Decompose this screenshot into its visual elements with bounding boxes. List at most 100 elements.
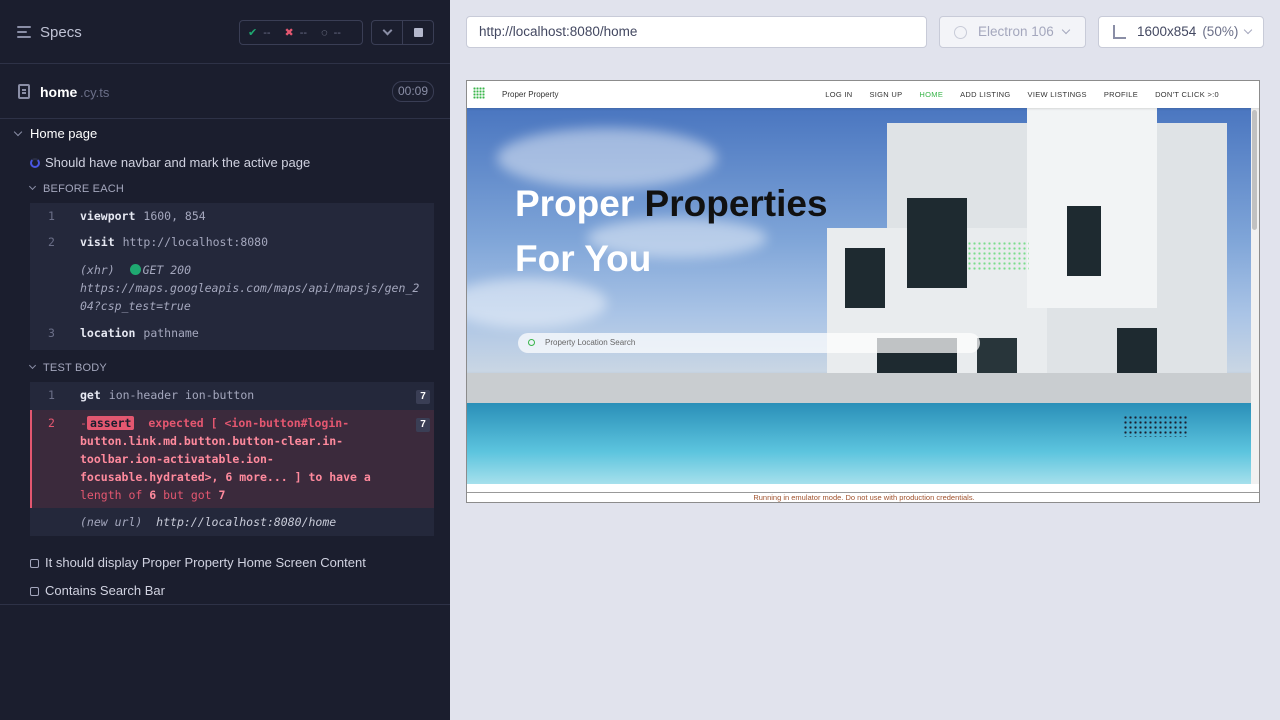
test-body-label: TEST BODY — [43, 362, 107, 374]
element-count-badge: 7 — [416, 418, 430, 432]
command-name: location — [80, 326, 136, 340]
command-row[interactable]: 2 visit http://localhost:8080 — [30, 229, 434, 257]
before-each-label: BEFORE EACH — [43, 183, 125, 195]
test-stats: ✔ -- ✖ -- ◌ -- — [239, 20, 363, 45]
new-url-value: http://localhost:8080/home — [156, 515, 337, 529]
nav-signup[interactable]: SIGN UP — [869, 90, 902, 99]
logo-icon[interactable] — [473, 87, 485, 99]
location-search-input[interactable]: Property Location Search — [518, 333, 980, 353]
search-placeholder: Property Location Search — [545, 338, 636, 347]
caret-down-icon — [13, 127, 23, 137]
viewport-scale: (50%) — [1202, 24, 1239, 39]
before-each-commands: 1 viewport 1600, 854 2 visit http://localh… — [30, 203, 434, 350]
xhr-prefix: (xhr) — [80, 263, 115, 277]
hero-word-proper: Proper — [515, 183, 635, 224]
command-arg: 1600, 854 — [143, 209, 206, 223]
command-row[interactable]: 1 viewport 1600, 854 — [30, 203, 434, 229]
before-each-header[interactable]: BEFORE EACH — [28, 182, 125, 195]
chevron-down-icon — [382, 25, 392, 36]
assert-expected-value: 6 — [149, 488, 157, 502]
failed-count: -- — [299, 26, 308, 39]
test-body-commands: 1 get ion-header ion-button 7 2 - assert e… — [30, 382, 434, 536]
xhr-row[interactable]: (xhr) GET 200 https://maps.googleapis.co… — [30, 257, 434, 321]
hero-image: Proper Properties For You Property Locat… — [467, 108, 1253, 484]
status-dot-icon — [129, 264, 141, 275]
new-url-row[interactable]: (new url) http://localhost:8080/home — [30, 508, 434, 536]
decor-dots — [1123, 415, 1187, 437]
suite-title-text: Home page — [30, 126, 98, 141]
document-icon — [18, 84, 30, 99]
running-spinner-icon — [30, 158, 40, 168]
xhr-status: GET 200 — [142, 263, 192, 277]
assert-actual-value: 7 — [218, 488, 226, 502]
command-number: 2 — [48, 235, 55, 249]
run-controls — [371, 20, 434, 45]
assert-line1: expected [ <ion-button#login- — [148, 416, 350, 430]
window — [1067, 206, 1101, 276]
scrollbar-thumb[interactable] — [1252, 110, 1257, 230]
nav-add-listing[interactable]: ADD LISTING — [960, 90, 1010, 99]
window — [845, 248, 885, 308]
pending-icon: ◌ — [321, 26, 328, 39]
command-name: viewport — [80, 209, 136, 223]
pending-square-icon — [30, 587, 39, 596]
failed-assert-row[interactable]: 2 - assert expected [ <ion-button#login- … — [30, 410, 434, 508]
pending-test-title: Contains Search Bar — [45, 583, 165, 598]
stop-button[interactable] — [402, 21, 433, 44]
decor-dots — [967, 241, 1029, 271]
command-name: visit — [80, 235, 115, 249]
browser-name: Electron 106 — [978, 24, 1054, 39]
reporter-header: Specs ✔ -- ✖ -- ◌ -- — [0, 0, 450, 64]
assert-line5-pre: length of — [80, 488, 143, 502]
chevron-down-icon — [1061, 25, 1071, 35]
nav-dont-click[interactable]: DON'T CLICK >:0 — [1155, 90, 1219, 99]
pool-deck — [467, 373, 1253, 403]
nav-home[interactable]: HOME — [919, 90, 943, 99]
stop-icon — [413, 28, 423, 37]
duration-badge: 00:09 — [392, 81, 434, 102]
assert-line4: focusable.hydrated>, 6 more... ] to have… — [80, 470, 371, 484]
hero-heading: Proper Properties For You — [515, 176, 828, 286]
pending-test[interactable]: It should display Proper Property Home S… — [30, 555, 366, 570]
running-test[interactable]: Should have navbar and mark the active p… — [30, 155, 310, 170]
test-body-header[interactable]: TEST BODY — [28, 361, 107, 374]
assert-keyword: assert — [86, 416, 135, 430]
pending-test[interactable]: Contains Search Bar — [30, 583, 165, 598]
command-number: 2 — [48, 416, 55, 430]
hero-line2: For You — [515, 238, 652, 279]
specs-list-icon[interactable] — [17, 26, 31, 38]
passed-count: -- — [263, 26, 271, 39]
emulator-banner: Running in emulator mode. Do not use wit… — [467, 492, 1259, 502]
xhr-url-line1: https://maps.googleapis.com/maps/api/map… — [80, 281, 420, 295]
command-arg: ion-header ion-button — [108, 388, 255, 402]
nav-links: LOG IN SIGN UP HOME ADD LISTING VIEW LIS… — [825, 90, 1219, 99]
browser-selector[interactable]: Electron 106 — [939, 16, 1086, 48]
window — [907, 198, 967, 288]
brand-name[interactable]: Proper Property — [502, 90, 558, 99]
hero-word-properties: Properties — [644, 183, 828, 224]
viewport-selector[interactable]: 1600x854 (50%) — [1098, 16, 1264, 48]
nav-profile[interactable]: PROFILE — [1104, 90, 1138, 99]
new-url-prefix: (new url) — [80, 515, 143, 529]
suite-title[interactable]: Home page — [13, 126, 98, 141]
app-scrollbar[interactable] — [1251, 108, 1259, 484]
url-field[interactable]: http://localhost:8080/home — [466, 16, 927, 48]
assert-line3: toolbar.ion-activatable.ion- — [80, 452, 274, 466]
command-arg: http://localhost:8080 — [122, 235, 269, 249]
viewport-size: 1600x854 — [1137, 24, 1197, 39]
pending-count: -- — [333, 26, 341, 39]
spec-file-row[interactable]: home .cy.ts — [0, 65, 450, 119]
expand-button[interactable] — [372, 21, 402, 44]
assert-line2: button.link.md.button.button-clear.in- — [80, 434, 344, 448]
specs-title[interactable]: Specs — [40, 24, 82, 41]
command-row[interactable]: 1 get ion-header ion-button 7 — [30, 382, 434, 410]
app-navbar: Proper Property LOG IN SIGN UP HOME ADD … — [467, 81, 1259, 108]
command-number: 1 — [48, 388, 55, 402]
search-icon — [528, 339, 535, 346]
command-row[interactable]: 3 location pathname — [30, 321, 434, 349]
caret-down-icon — [28, 182, 37, 191]
nav-login[interactable]: LOG IN — [825, 90, 852, 99]
spec-file-name: home — [40, 84, 78, 100]
x-icon: ✖ — [284, 27, 294, 39]
nav-view-listings[interactable]: VIEW LISTINGS — [1028, 90, 1087, 99]
